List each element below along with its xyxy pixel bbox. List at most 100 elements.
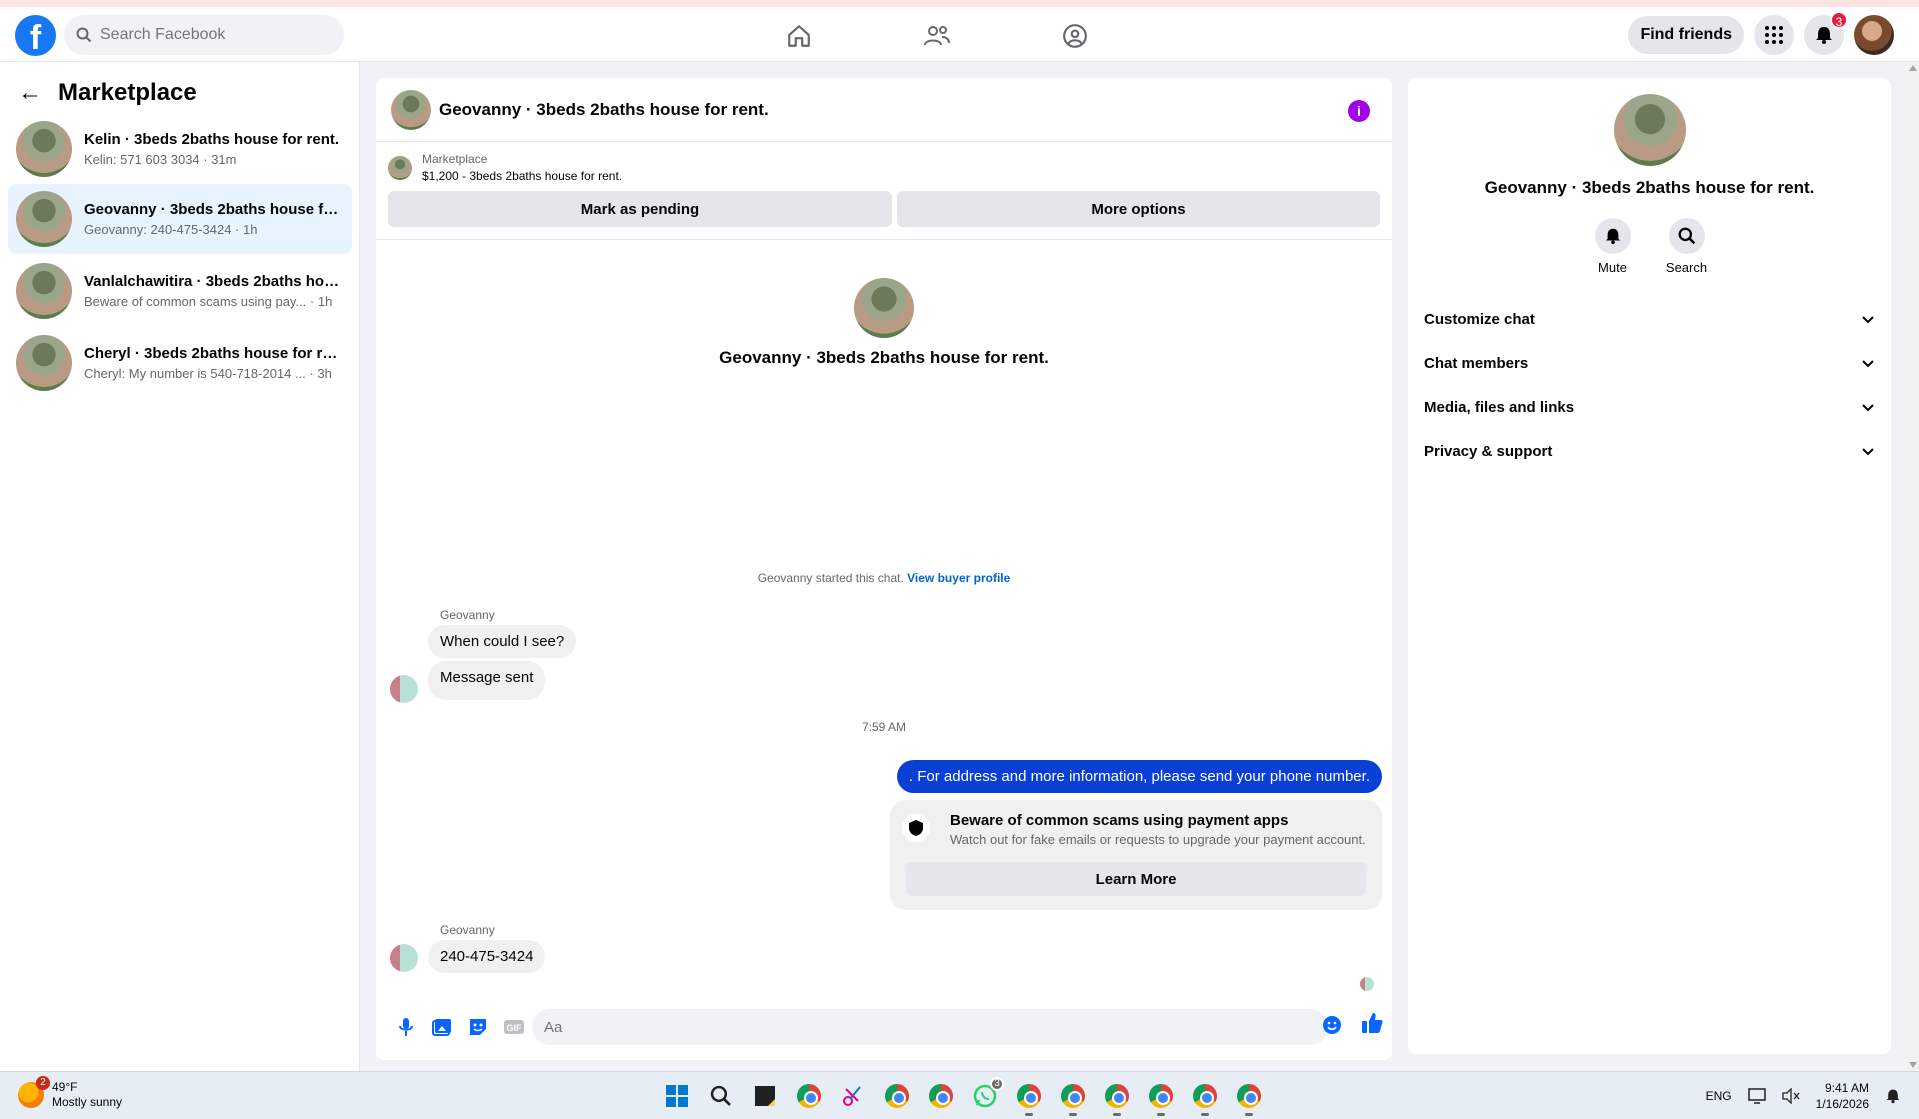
message-input[interactable] [532, 1009, 1328, 1045]
outgoing-message[interactable]: . For address and more information, plea… [896, 760, 1382, 793]
more-options-button[interactable]: More options [896, 191, 1380, 227]
chat-title[interactable]: Geovanny · 3beds 2baths house for rent. [439, 100, 769, 120]
search-bar[interactable] [64, 15, 344, 55]
chrome-icon[interactable] [1188, 1079, 1222, 1116]
details-name: Geovanny · 3beds 2baths house for rent. [1484, 178, 1815, 197]
chevron-down-icon [1862, 316, 1874, 324]
sender-avatar [390, 944, 418, 972]
listing-avatar [16, 191, 72, 247]
listing-thumbnail [388, 155, 412, 180]
sender-avatar [390, 675, 418, 703]
main-nav [780, 17, 1094, 55]
microphone-icon[interactable] [388, 1009, 424, 1045]
listing-price: $1,200 - 3beds 2baths house for rent. [422, 169, 623, 183]
section-label: Customize chat [1424, 310, 1535, 328]
section-label: Privacy & support [1424, 442, 1553, 460]
conversation-preview: Beware of common scams using pay... · 1h [84, 294, 333, 309]
chrome-icon[interactable] [1144, 1079, 1178, 1116]
find-friends-button[interactable]: Find friends [1628, 16, 1744, 54]
taskbar-search-icon[interactable] [704, 1079, 738, 1113]
conversation-name: Geovanny · 3beds 2baths house fo... [84, 201, 340, 218]
scroll-up-arrow-icon[interactable] [1909, 65, 1917, 71]
sticker-icon[interactable] [460, 1009, 496, 1045]
gif-icon[interactable]: GIF [496, 1009, 532, 1045]
mute-button[interactable]: Mute [1593, 218, 1633, 275]
notifications-button[interactable]: 3 [1804, 11, 1848, 55]
chrome-icon[interactable] [1100, 1079, 1134, 1116]
section-label: Chat members [1424, 354, 1529, 372]
svg-text:GIF: GIF [507, 1023, 523, 1033]
section-label: Media, files and links [1424, 398, 1575, 416]
home-icon[interactable] [780, 17, 818, 55]
chat-window: Geovanny · 3beds 2baths house for rent. … [376, 78, 1392, 1060]
scroll-down-arrow-icon[interactable] [1909, 1062, 1917, 1068]
chat-header: Geovanny · 3beds 2baths house for rent. … [376, 78, 1392, 142]
windows-start-icon[interactable] [660, 1079, 694, 1113]
sidebar-header: ← Marketplace [0, 62, 359, 108]
chrome-icon[interactable] [924, 1079, 958, 1113]
chrome-icon[interactable] [880, 1079, 914, 1113]
volume-muted-icon[interactable] [1781, 1088, 1800, 1104]
conversation-item[interactable]: Kelin · 3beds 2baths house for rent. Kel… [8, 114, 352, 184]
system-tray: ENG 9:41 AM 1/16/2026 [1706, 1080, 1901, 1112]
incoming-message[interactable]: Message sent [428, 661, 546, 700]
thumbs-up-icon[interactable] [1360, 1011, 1384, 1040]
chrome-icon[interactable] [792, 1079, 826, 1113]
chat-members-section[interactable]: Chat members [1424, 341, 1875, 385]
learn-more-button[interactable]: Learn More [906, 862, 1366, 896]
emoji-icon[interactable] [1322, 1015, 1342, 1040]
details-actions: Mute Search [1408, 218, 1891, 275]
grid-menu-icon [1765, 26, 1783, 44]
photo-icon[interactable] [424, 1009, 460, 1045]
intro-name: Geovanny · 3beds 2baths house for rent. [719, 348, 1049, 367]
chrome-icon[interactable] [1056, 1079, 1090, 1116]
listing-avatar [16, 121, 72, 177]
page-scrollbar[interactable] [1907, 62, 1919, 1071]
search-icon [1668, 218, 1705, 254]
incoming-message[interactable]: When could I see? [428, 625, 577, 658]
incoming-message[interactable]: 240-475-3424 [428, 940, 546, 973]
listing-summary[interactable]: Marketplace $1,200 - 3beds 2baths house … [376, 142, 1392, 183]
network-icon[interactable] [1747, 1088, 1766, 1104]
weather-temp: 49°F [52, 1080, 78, 1094]
details-avatar [1613, 94, 1686, 166]
sticky-notes-icon[interactable] [748, 1079, 782, 1113]
search-conversation-button[interactable]: Search [1666, 218, 1707, 275]
sender-name: Geovanny [440, 923, 495, 937]
notification-bell-icon[interactable] [1885, 1088, 1901, 1104]
warning-title: Beware of common scams using payment app… [950, 812, 1289, 829]
view-buyer-profile-link[interactable]: View buyer profile [907, 571, 1010, 585]
chrome-icon[interactable] [1012, 1079, 1046, 1116]
back-arrow-icon[interactable]: ← [18, 79, 42, 107]
friends-icon[interactable] [918, 17, 956, 55]
top-right-actions: Find friends 3 [1628, 11, 1894, 55]
language-indicator[interactable]: ENG [1706, 1089, 1732, 1103]
conversation-details-panel: Geovanny · 3beds 2baths house for rent. … [1408, 78, 1891, 1054]
intro-avatar [854, 278, 914, 338]
conversation-item-active[interactable]: Geovanny · 3beds 2baths house fo... Geov… [8, 184, 352, 254]
weather-widget[interactable]: 2 49°F Mostly sunny [18, 1076, 122, 1110]
search-input[interactable] [100, 26, 320, 44]
listing-actions: Mark as pending More options [376, 183, 1392, 240]
conversation-item[interactable]: Cheryl · 3beds 2baths house for re... Ch… [8, 328, 352, 398]
conversation-name: Vanlalchawitira · 3beds 2baths hou... [84, 273, 340, 290]
conversation-item[interactable]: Vanlalchawitira · 3beds 2baths hou... Be… [8, 256, 352, 326]
chevron-down-icon [1862, 360, 1874, 368]
listing-avatar [16, 335, 72, 391]
privacy-support-section[interactable]: Privacy & support [1424, 429, 1875, 473]
chrome-icon[interactable] [1232, 1079, 1266, 1116]
menu-button[interactable] [1754, 15, 1794, 55]
bell-icon [1816, 27, 1832, 44]
chat-avatar[interactable] [391, 89, 431, 130]
info-icon[interactable]: i [1348, 100, 1370, 122]
snipping-tool-icon[interactable] [836, 1079, 870, 1113]
whatsapp-icon[interactable]: 3 [968, 1077, 1004, 1113]
facebook-logo-icon[interactable]: f [15, 15, 56, 56]
profile-avatar[interactable] [1854, 15, 1894, 55]
customize-chat-section[interactable]: Customize chat [1424, 297, 1875, 341]
groups-icon[interactable] [1056, 17, 1094, 55]
system-clock[interactable]: 9:41 AM 1/16/2026 [1816, 1080, 1869, 1112]
media-files-links-section[interactable]: Media, files and links [1424, 385, 1875, 429]
mark-as-pending-button[interactable]: Mark as pending [388, 191, 892, 227]
conversation-name: Kelin · 3beds 2baths house for rent. [84, 131, 340, 148]
